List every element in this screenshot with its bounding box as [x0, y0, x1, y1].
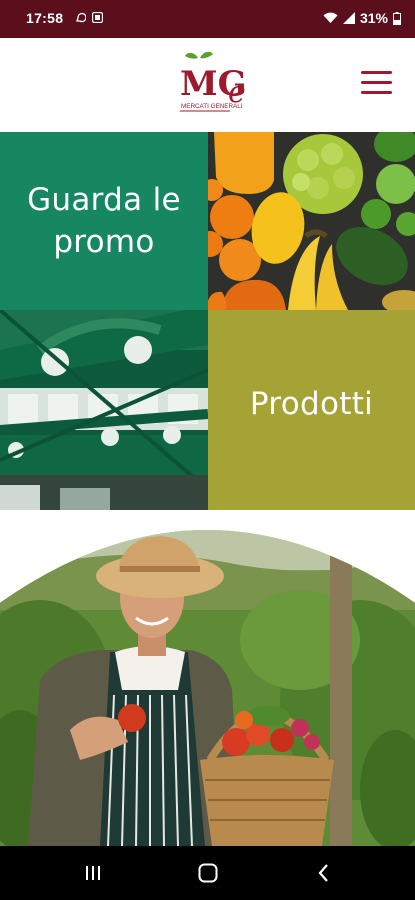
notification-icon [92, 12, 103, 23]
battery-icon [393, 11, 401, 25]
farmer-image [0, 480, 415, 846]
products-label: Prodotti [249, 386, 374, 422]
whatsapp-icon [76, 12, 86, 23]
leaf-left-icon [185, 52, 198, 59]
leaf-right-icon [200, 51, 213, 59]
home-icon[interactable] [195, 861, 221, 885]
system-nav-bar [0, 846, 415, 900]
logo-tagline: MERCATI GENERALI [181, 103, 243, 110]
hamburger-menu-icon[interactable] [359, 71, 395, 99]
promo-label: Guarda le promo [27, 182, 181, 260]
status-time: 17:58 [26, 10, 64, 26]
back-icon[interactable] [311, 861, 337, 885]
status-bar: 17:58 31% [0, 0, 415, 38]
fruits-image [208, 132, 415, 310]
signal-icon [342, 12, 355, 24]
battery-percent: 31% [359, 10, 388, 26]
wifi-icon [323, 12, 338, 23]
promo-tile[interactable]: Guarda le promo [0, 132, 208, 310]
recent-apps-icon[interactable] [80, 861, 106, 885]
app-logo[interactable]: MG e MERCATI GENERALI [174, 48, 264, 118]
